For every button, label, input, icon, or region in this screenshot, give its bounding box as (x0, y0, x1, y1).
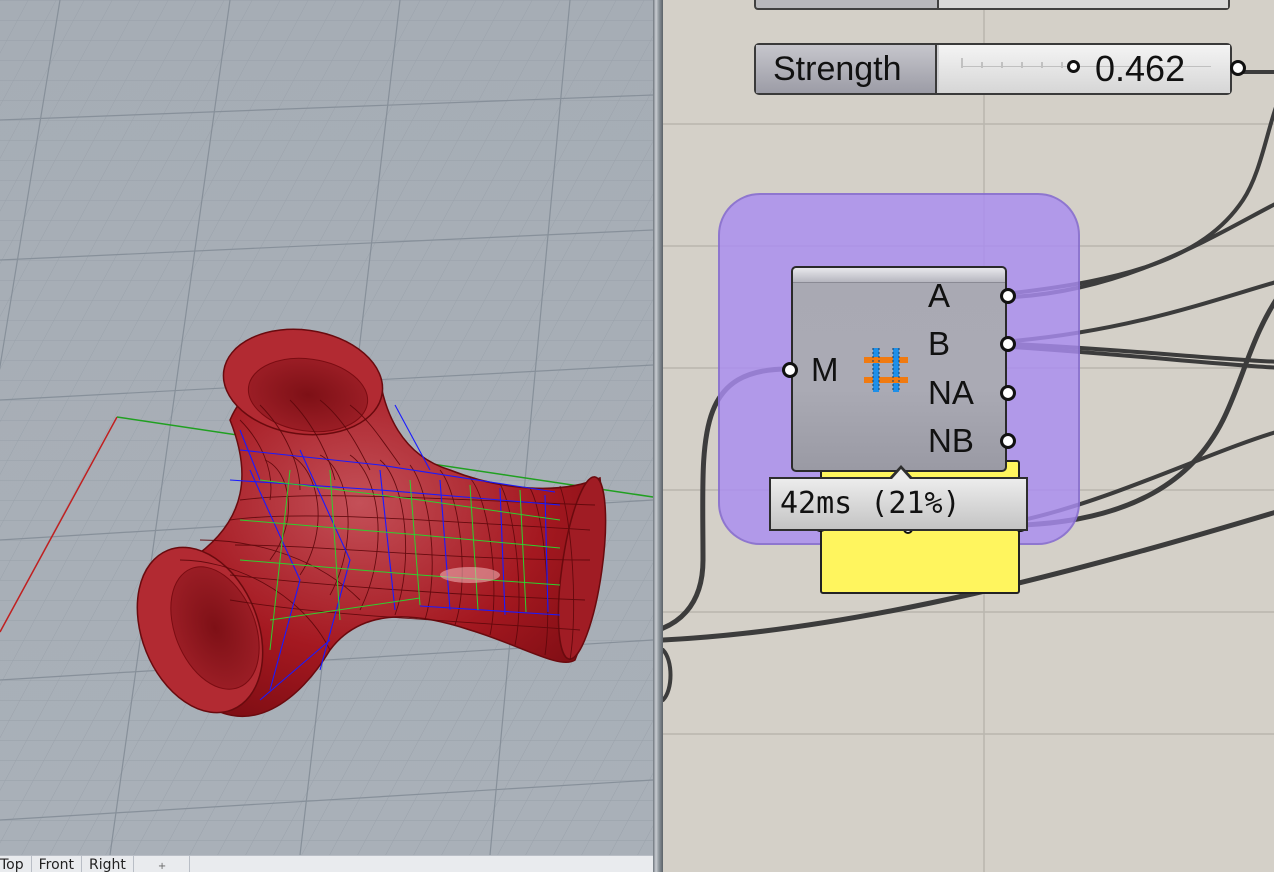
slider-track[interactable]: 0.462 (939, 45, 1230, 93)
viewport-scene[interactable] (0, 0, 653, 855)
profiler-pointer-fill (892, 469, 910, 479)
tab-right-label: Right (89, 857, 126, 872)
tab-front[interactable]: Front (32, 856, 83, 872)
weaverbird-component[interactable]: M A B NA NB (782, 266, 1016, 472)
output-label-nb: NB (928, 422, 974, 459)
slider-value: 0.462 (1095, 48, 1186, 89)
tab-right[interactable]: Right (82, 856, 134, 872)
output-label-a: A (928, 277, 951, 314)
tab-top-label: Top (0, 857, 24, 872)
slider-name-label: Strength (756, 45, 937, 93)
input-grip-m[interactable] (782, 362, 798, 378)
input-label-m: M (811, 351, 839, 388)
profiler-label: 42ms (21%) (769, 477, 1028, 531)
output-grip-a[interactable] (1000, 288, 1016, 304)
output-grip-na[interactable] (1000, 385, 1016, 401)
slider-output-grip[interactable] (1230, 60, 1246, 76)
add-viewport-tab-button[interactable]: + (134, 856, 190, 872)
profiler-text: 42ms (21%) (780, 486, 961, 521)
viewport-tabs: Top Front Right + (0, 855, 653, 872)
component-titlebar (793, 268, 1005, 283)
weave-grid-icon (864, 348, 908, 392)
plus-icon: + (157, 861, 167, 872)
slider-knob[interactable] (1067, 60, 1080, 73)
output-label-na: NA (928, 374, 974, 411)
slider-above-track (939, 0, 1228, 8)
slider-above[interactable] (754, 0, 1230, 10)
tab-top[interactable]: Top (0, 856, 32, 872)
output-grip-nb[interactable] (1000, 433, 1016, 449)
rhino-viewport[interactable]: Top Front Right + (0, 0, 653, 872)
output-grip-b[interactable] (1000, 336, 1016, 352)
grasshopper-canvas[interactable]: Strength 0.462 M A B NA NB 42ms (21%) (663, 0, 1274, 872)
tab-front-label: Front (38, 857, 75, 872)
strength-slider[interactable]: Strength 0.462 (754, 43, 1246, 95)
output-label-b: B (928, 325, 951, 362)
pane-splitter[interactable] (653, 0, 663, 872)
